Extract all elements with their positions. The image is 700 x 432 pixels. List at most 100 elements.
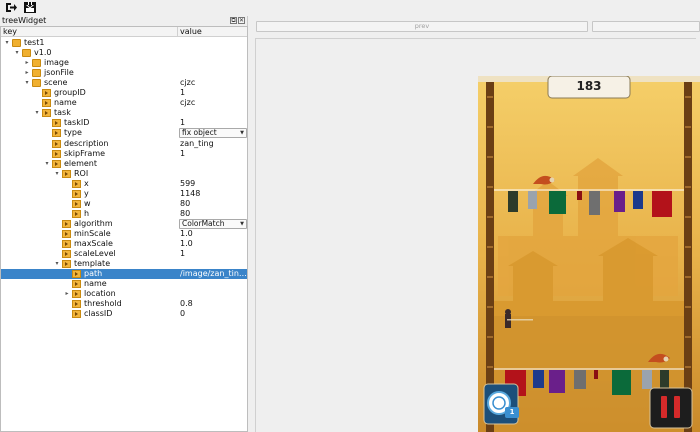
tree-value[interactable]: 1 (180, 149, 185, 159)
item-icon (72, 270, 81, 279)
open-icon[interactable] (4, 1, 18, 14)
chevron-down-icon[interactable]: ▼ (240, 129, 244, 137)
tree-key: name (84, 279, 107, 289)
tree-key: template (74, 259, 111, 269)
tree-row-algorithm[interactable]: algorithm ColorMatch ▼ (1, 218, 247, 229)
tree-key: description (64, 138, 109, 148)
close-dock-button[interactable]: ✕ (238, 17, 245, 24)
expand-arrow-icon[interactable]: ▾ (53, 259, 61, 269)
tree-value[interactable]: cjzc (180, 98, 195, 108)
tree-row-minscale[interactable]: minScale 1.0 (1, 229, 247, 239)
toolbar (0, 0, 700, 16)
tree-value[interactable]: 1148 (180, 189, 200, 199)
tree-value[interactable]: /image/zan_ting... (180, 269, 247, 279)
tree-row-path[interactable]: path/image/zan_ting... (1, 269, 247, 280)
expand-arrow-icon[interactable]: ▾ (53, 169, 61, 179)
tree-row-jsonfile[interactable]: ▸ jsonFile (1, 68, 247, 78)
tree-key: name (54, 98, 77, 108)
game-screenshot: 183 1 (478, 76, 700, 432)
item-icon (62, 240, 71, 248)
chevron-down-icon[interactable]: ▼ (240, 220, 244, 228)
tree-row-name[interactable]: name (1, 279, 247, 289)
item-icon (72, 290, 81, 299)
tree-row-taskid[interactable]: taskID 1 (1, 118, 247, 128)
tree-row-scene[interactable]: ▾ scene cjzc (1, 78, 247, 88)
value-combo-box[interactable]: ColorMatch ▼ (179, 218, 247, 229)
tree-row-groupid[interactable]: groupID 1 (1, 88, 247, 98)
item-icon (72, 189, 81, 198)
tree-row-image[interactable]: ▸ image (1, 58, 247, 68)
header-divider[interactable] (177, 27, 178, 37)
tree-key: h (84, 208, 90, 218)
tree-row-element[interactable]: ▾ element (1, 159, 247, 169)
tree-value[interactable]: 599 (180, 179, 195, 189)
tree-row-y[interactable]: y 1148 (1, 189, 247, 199)
folder-icon (32, 69, 41, 78)
score-text: 183 (576, 79, 602, 93)
tree-key: maxScale (74, 239, 113, 248)
item-icon (72, 199, 81, 208)
tree-value[interactable]: cjzc (180, 78, 195, 88)
tree-row-template[interactable]: ▾ template (1, 259, 247, 269)
item-icon (72, 179, 81, 188)
expand-arrow-icon[interactable]: ▾ (43, 159, 51, 169)
tree-row-w[interactable]: w 80 (1, 199, 247, 209)
tree-value[interactable]: 0 (180, 309, 185, 319)
save-icon[interactable] (23, 1, 37, 14)
tree-key: algorithm (74, 218, 113, 228)
tree-key: y (84, 188, 89, 198)
float-dock-button[interactable]: ⧉ (230, 17, 237, 24)
tree-row-skipframe[interactable]: skipFrame 1 (1, 149, 247, 159)
expand-arrow-icon[interactable]: ▾ (13, 48, 21, 58)
item-icon (72, 310, 81, 319)
tree-value[interactable]: 1.0 (180, 239, 193, 249)
tree-row-scalelevel[interactable]: scaleLevel 1 (1, 249, 247, 259)
tree-key: skipFrame (64, 148, 106, 158)
expand-arrow-icon[interactable]: ▾ (3, 38, 11, 48)
item-icon (72, 280, 81, 289)
collapse-arrow-icon[interactable]: ▸ (63, 289, 71, 299)
collapse-arrow-icon[interactable]: ▸ (23, 58, 31, 68)
item-icon (42, 89, 51, 98)
tree-row-threshold[interactable]: threshold 0.8 (1, 299, 247, 309)
item-icon (52, 159, 61, 168)
tree-key: path (84, 269, 103, 279)
powerup-button[interactable] (484, 384, 518, 424)
tree-row-maxscale[interactable]: maxScale 1.0 (1, 239, 247, 249)
tree-row-roi[interactable]: ▾ ROI (1, 169, 247, 179)
tree-value[interactable]: 80 (180, 209, 190, 219)
prev-button[interactable]: prev (256, 21, 588, 32)
collapse-arrow-icon[interactable]: ▸ (23, 68, 31, 78)
tree-row-type[interactable]: type fix object ▼ (1, 128, 247, 139)
tree-value[interactable]: 1 (180, 118, 185, 128)
tree-row-task[interactable]: ▾ task (1, 108, 247, 118)
tree-value[interactable]: 1 (180, 88, 185, 98)
expand-arrow-icon[interactable]: ▾ (33, 108, 41, 118)
tree-row-classid[interactable]: classID 0 (1, 309, 247, 319)
tree-row-h[interactable]: h 80 (1, 209, 247, 219)
header-value[interactable]: value (180, 27, 202, 37)
header-key[interactable]: key (3, 27, 17, 37)
item-icon (62, 229, 71, 238)
tree-value[interactable]: 1 (180, 249, 185, 259)
tree-value[interactable]: 0.8 (180, 299, 193, 309)
tree-row-test1[interactable]: ▾ test1 (1, 38, 247, 48)
next-button[interactable] (592, 21, 700, 32)
item-icon (42, 99, 51, 108)
tree-value[interactable]: zan_ting (180, 139, 214, 149)
pause-button[interactable] (650, 388, 692, 428)
tree-row-location[interactable]: ▸ location (1, 289, 247, 299)
tree-key: image (44, 58, 69, 68)
tree-row-v1.0[interactable]: ▾ v1.0 (1, 48, 247, 58)
tree-row-description[interactable]: description zan_ting (1, 139, 247, 149)
item-icon (52, 129, 61, 138)
expand-arrow-icon[interactable]: ▾ (23, 78, 31, 88)
value-combo-box[interactable]: fix object ▼ (179, 128, 247, 139)
tree-key: classID (84, 309, 113, 319)
tree-row-x[interactable]: x 599 (1, 179, 247, 189)
tree-row-name[interactable]: name cjzc (1, 98, 247, 108)
tree-key: minScale (74, 228, 111, 238)
tree-widget[interactable]: key value ▾ test1 ▾ v1.0 ▸ image ▸ jsonFile ▾ sce… (0, 26, 248, 432)
tree-value[interactable]: 1.0 (180, 229, 193, 239)
tree-value[interactable]: 80 (180, 199, 190, 209)
